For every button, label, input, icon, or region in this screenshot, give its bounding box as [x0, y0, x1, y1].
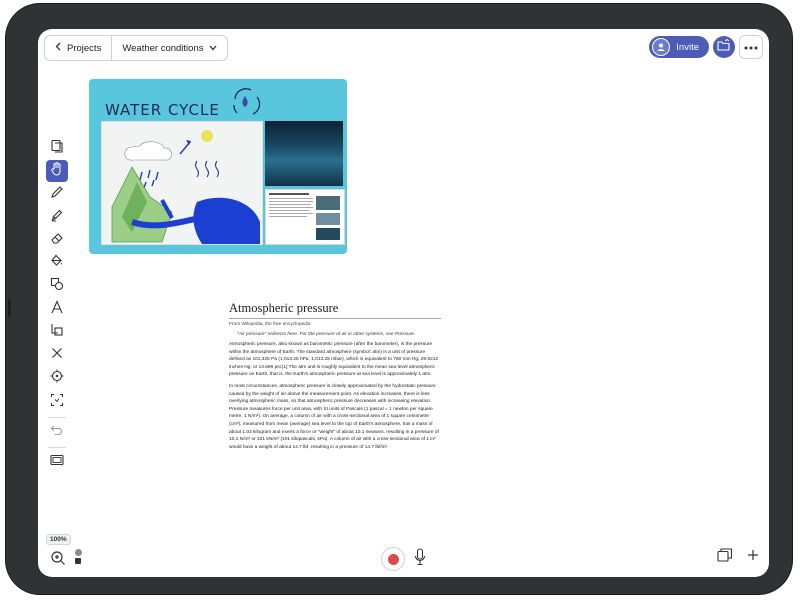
back-to-projects-button[interactable]: Projects	[45, 36, 111, 60]
lock-icon	[75, 558, 81, 564]
invite-label: Invite	[676, 41, 699, 53]
chevron-left-icon	[55, 42, 61, 54]
close-icon	[50, 346, 64, 365]
delete-tool[interactable]	[46, 345, 68, 367]
board-title: Weather conditions	[122, 42, 204, 54]
water-cycle-sketch	[101, 121, 263, 245]
select-tool[interactable]	[46, 391, 68, 413]
eraser-icon	[50, 231, 64, 250]
microphone-icon	[414, 547, 426, 571]
tablet-frame: Projects Weather conditions Invite WATER…	[6, 4, 792, 594]
more-options-button[interactable]	[739, 35, 763, 59]
back-label: Projects	[67, 42, 102, 54]
crop-tool[interactable]	[46, 322, 68, 344]
target-icon	[50, 369, 64, 388]
pen-tool[interactable]	[46, 183, 68, 205]
chevron-down-icon	[209, 43, 217, 54]
recording-controls	[381, 547, 429, 571]
invite-button[interactable]: Invite	[649, 36, 709, 58]
article-thumbnail	[265, 189, 345, 245]
article-title: Atmospheric pressure	[229, 301, 441, 319]
view-lock-control[interactable]	[74, 549, 82, 569]
tablet-side-button	[8, 299, 11, 317]
fill-tool[interactable]	[46, 252, 68, 274]
pages-button[interactable]	[715, 547, 735, 567]
record-icon	[387, 553, 399, 565]
fill-icon	[50, 254, 64, 273]
frame-icon	[50, 393, 64, 412]
layers-icon	[50, 139, 64, 158]
more-icon	[744, 41, 758, 53]
tools-sidebar	[45, 137, 69, 474]
article-source: From Wikipedia, the free encyclopedia	[229, 322, 311, 327]
zoom-level: 100%	[46, 534, 71, 545]
add-page-button[interactable]	[743, 547, 763, 567]
pen-icon	[50, 185, 64, 204]
locate-tool[interactable]	[46, 368, 68, 390]
article-paragraph: In most circumstances, atmospheric press…	[229, 383, 439, 450]
board-title-dropdown[interactable]: Weather conditions	[111, 36, 227, 60]
plus-icon	[747, 548, 759, 566]
water-drop-icon	[229, 87, 263, 122]
app-screen: Projects Weather conditions Invite WATER…	[38, 29, 769, 577]
marker-icon	[50, 208, 64, 227]
card-title: WATER CYCLE	[105, 101, 220, 119]
undo-icon	[50, 423, 64, 442]
toolbar-divider	[48, 447, 66, 449]
header-actions: Invite	[649, 35, 763, 59]
top-navigation: Projects Weather conditions	[44, 35, 229, 61]
shapes-tool[interactable]	[46, 276, 68, 298]
hand-icon	[50, 161, 64, 181]
article-paragraph: Atmospheric pressure, also known as baro…	[229, 342, 439, 378]
crop-icon	[50, 323, 64, 342]
microphone-button[interactable]	[411, 547, 429, 571]
eraser-tool[interactable]	[46, 229, 68, 251]
text-icon	[50, 300, 64, 319]
page-controls	[715, 547, 763, 567]
hand-tool[interactable]	[46, 160, 68, 183]
undo-tool[interactable]	[46, 421, 68, 443]
pages-icon	[717, 547, 733, 567]
article-hatnote: "Air pressure" redirects here. For the p…	[237, 332, 416, 337]
share-folder-button[interactable]	[713, 36, 735, 58]
share-folder-icon	[717, 38, 731, 56]
globe-icon	[74, 549, 82, 556]
minimize-icon	[50, 453, 64, 472]
zoom-button[interactable]	[49, 550, 67, 571]
person-icon	[652, 38, 671, 56]
ocean-photo	[265, 121, 343, 186]
shapes-icon	[50, 277, 64, 296]
water-cycle-board-card[interactable]: WATER CYCLE	[89, 79, 347, 254]
zoom-in-icon	[50, 550, 66, 571]
text-tool[interactable]	[46, 299, 68, 321]
record-button[interactable]	[381, 547, 405, 571]
layers-tool[interactable]	[46, 137, 68, 159]
marker-tool[interactable]	[46, 206, 68, 228]
article-document[interactable]: Atmospheric pressure From Wikipedia, the…	[229, 301, 441, 455]
toolbar-divider	[48, 417, 66, 419]
minimize-tool[interactable]	[46, 451, 68, 473]
